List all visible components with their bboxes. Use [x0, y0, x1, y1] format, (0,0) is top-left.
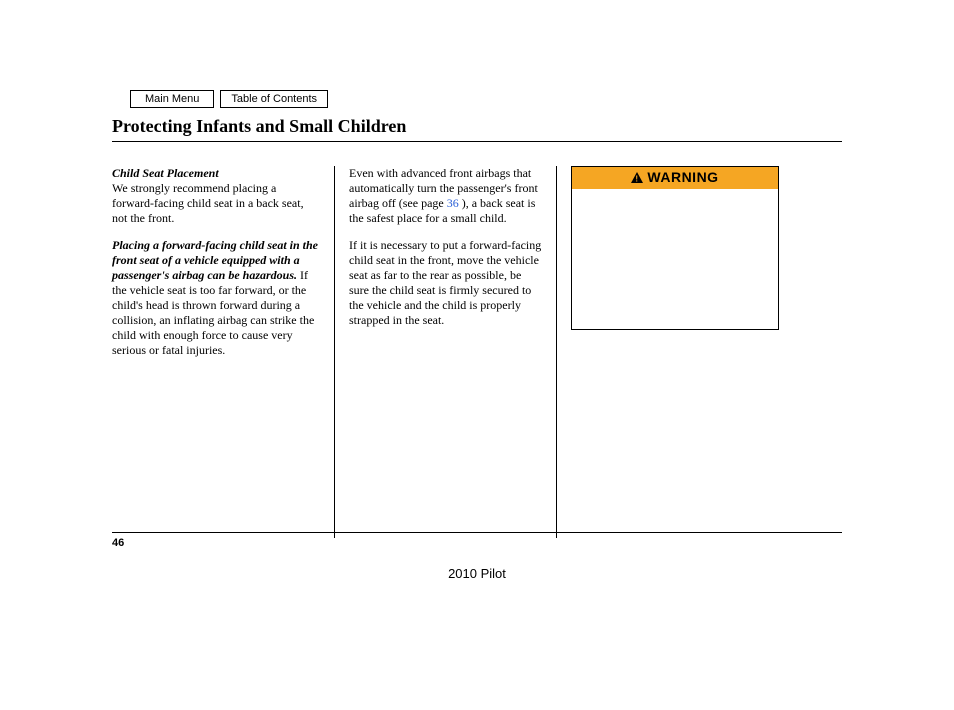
warning-triangle-icon: !	[631, 172, 643, 183]
column-1: Child Seat Placement We strongly recomme…	[112, 166, 334, 538]
page-title: Protecting Infants and Small Children	[112, 116, 842, 142]
column-3: ! WARNING	[556, 166, 778, 538]
child-seat-placement-block: Child Seat Placement We strongly recomme…	[112, 166, 320, 226]
column-2: Even with advanced front airbags that au…	[334, 166, 556, 538]
col1-p1: We strongly recommend placing a forward-…	[112, 181, 304, 225]
col1-p2-bold: Placing a forward-facing child seat in t…	[112, 238, 318, 282]
manual-page: Main Menu Table of Contents Protecting I…	[112, 90, 842, 538]
page-link-36[interactable]: 36	[447, 196, 459, 210]
warning-box: ! WARNING	[571, 166, 779, 330]
warning-header: ! WARNING	[572, 167, 778, 189]
page-number: 46	[112, 532, 842, 549]
content-columns: Child Seat Placement We strongly recomme…	[112, 166, 842, 538]
svg-text:!: !	[636, 175, 639, 184]
footer-model: 2010 Pilot	[112, 566, 842, 581]
col2-p2: If it is necessary to put a forward-faci…	[349, 238, 542, 328]
col2-p1-block: Even with advanced front airbags that au…	[349, 166, 542, 226]
nav-row: Main Menu Table of Contents	[130, 90, 842, 108]
col1-p2-block: Placing a forward-facing child seat in t…	[112, 238, 320, 358]
toc-button[interactable]: Table of Contents	[220, 90, 328, 108]
subhead-child-seat-placement: Child Seat Placement	[112, 166, 219, 180]
main-menu-button[interactable]: Main Menu	[130, 90, 214, 108]
warning-label: WARNING	[647, 169, 718, 187]
